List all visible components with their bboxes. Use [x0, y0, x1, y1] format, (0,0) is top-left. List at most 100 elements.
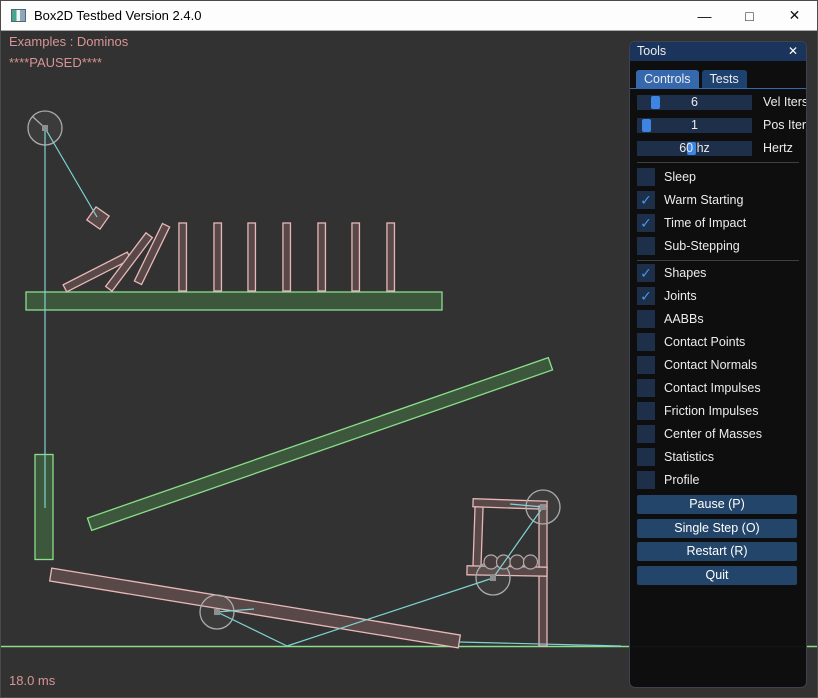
checkbox-contact-points[interactable] [637, 333, 655, 351]
checkbox-joints[interactable]: ✓ [637, 287, 655, 305]
ball-body[interactable] [510, 555, 524, 569]
checkbox-label: Profile [664, 471, 699, 489]
checkbox-center-of-masses[interactable] [637, 425, 655, 443]
ball-body[interactable] [484, 555, 498, 569]
checkbox-label: AABBs [664, 310, 704, 328]
dynamic-body[interactable] [214, 223, 222, 291]
checkbox-warm-starting[interactable]: ✓ [637, 191, 655, 209]
checkbox-row-time-of-impact[interactable]: ✓ Time of Impact [637, 214, 801, 232]
joint-anchor [490, 575, 496, 581]
joint-line [45, 128, 97, 217]
checkbox-label: Joints [664, 287, 697, 305]
checkbox-contact-normals[interactable] [637, 356, 655, 374]
slider-value: 6 [637, 95, 752, 110]
slider-value: 1 [637, 118, 752, 133]
window-controls: — □ ✕ [682, 1, 817, 30]
quit-button[interactable]: Quit [637, 566, 797, 585]
checkbox-sleep[interactable] [637, 168, 655, 186]
checkbox-shapes[interactable]: ✓ [637, 264, 655, 282]
checkbox-contact-impulses[interactable] [637, 379, 655, 397]
window-title: Box2D Testbed Version 2.4.0 [34, 8, 201, 23]
slider-row-hertz: 60 hz Hertz [637, 141, 801, 156]
dynamic-body[interactable] [318, 223, 326, 291]
minimize-button[interactable]: — [682, 1, 727, 30]
app-icon [11, 9, 26, 22]
checkbox-row-contact-normals[interactable]: Contact Normals [637, 356, 801, 374]
checkbox-label: Statistics [664, 448, 714, 466]
checkbox-label: Sub-Stepping [664, 237, 740, 255]
checkbox-label: Center of Masses [664, 425, 762, 443]
check-icon: ✓ [640, 287, 652, 305]
checkbox-label: Friction Impulses [664, 402, 758, 420]
check-icon: ✓ [640, 264, 652, 282]
slider-value: 60 hz [637, 141, 752, 156]
maximize-button[interactable]: □ [727, 1, 772, 30]
checkbox-label: Contact Points [664, 333, 745, 351]
restart-r-button[interactable]: Restart (R) [637, 542, 797, 561]
tools-panel: Tools ✕ ControlsTests 6Vel Iters1Pos Ite… [629, 41, 807, 688]
tools-panel-titlebar[interactable]: Tools ✕ [630, 42, 806, 61]
dynamic-body[interactable] [50, 568, 461, 648]
separator [637, 162, 799, 163]
dynamic-body[interactable] [473, 507, 483, 567]
checkbox-group-draw: ✓ Shapes ✓ Joints AABBs Contact Points Contact… [637, 264, 801, 494]
slider-label: Vel Iters [763, 95, 807, 110]
checkbox-label: Contact Normals [664, 356, 757, 374]
checkbox-friction-impulses[interactable] [637, 402, 655, 420]
window-titlebar[interactable]: Box2D Testbed Version 2.4.0 — □ ✕ [1, 1, 817, 31]
checkbox-row-contact-impulses[interactable]: Contact Impulses [637, 379, 801, 397]
dynamic-body[interactable] [179, 223, 187, 291]
checkbox-aabbs[interactable] [637, 310, 655, 328]
check-icon: ✓ [640, 191, 652, 209]
checkbox-label: Time of Impact [664, 214, 746, 232]
checkbox-row-sub-stepping[interactable]: Sub-Stepping [637, 237, 801, 255]
joint-anchor [214, 609, 220, 615]
tools-tabbar: ControlsTests [636, 70, 747, 88]
checkbox-label: Contact Impulses [664, 379, 761, 397]
joint-anchor [42, 125, 48, 131]
checkbox-row-contact-points[interactable]: Contact Points [637, 333, 801, 351]
app-window: Examples : Dominos ****PAUSED**** 18.0 m… [0, 0, 818, 698]
checkbox-row-sleep[interactable]: Sleep [637, 168, 801, 186]
close-button[interactable]: ✕ [772, 1, 817, 30]
tab-tests[interactable]: Tests [702, 70, 747, 88]
separator [637, 260, 799, 261]
ball-body[interactable] [524, 555, 538, 569]
pause-p-button[interactable]: Pause (P) [637, 495, 797, 514]
checkbox-time-of-impact[interactable]: ✓ [637, 214, 655, 232]
checkbox-row-profile[interactable]: Profile [637, 471, 801, 489]
checkbox-row-statistics[interactable]: Statistics [637, 448, 801, 466]
slider-label: Pos Iters [763, 118, 807, 133]
paused-text: ****PAUSED**** [9, 55, 102, 70]
checkbox-profile[interactable] [637, 471, 655, 489]
slider-row-pos-iters: 1Pos Iters [637, 118, 801, 133]
checkbox-row-center-of-masses[interactable]: Center of Masses [637, 425, 801, 443]
tools-panel-title: Tools [637, 44, 666, 58]
dynamic-body[interactable] [283, 223, 291, 291]
checkbox-label: Shapes [664, 264, 706, 282]
single-step-o-button[interactable]: Single Step (O) [637, 519, 797, 538]
dynamic-body[interactable] [87, 207, 109, 229]
frame-time-text: 18.0 ms [9, 673, 55, 688]
checkbox-row-aabbs[interactable]: AABBs [637, 310, 801, 328]
checkbox-label: Sleep [664, 168, 696, 186]
joint-anchor [540, 504, 546, 510]
dynamic-body[interactable] [387, 223, 395, 291]
checkbox-sub-stepping[interactable] [637, 237, 655, 255]
dynamic-body[interactable] [352, 223, 360, 291]
tab-controls[interactable]: Controls [636, 70, 699, 88]
button-list: Pause (P) Single Step (O) Restart (R) Quit [637, 495, 797, 589]
static-platform[interactable] [26, 292, 442, 310]
dynamic-body[interactable] [248, 223, 256, 291]
checkbox-row-shapes[interactable]: ✓ Shapes [637, 264, 801, 282]
checkbox-row-joints[interactable]: ✓ Joints [637, 287, 801, 305]
checkbox-row-warm-starting[interactable]: ✓ Warm Starting [637, 191, 801, 209]
static-platform[interactable] [35, 455, 53, 560]
checkbox-group-solver: Sleep ✓ Warm Starting ✓ Time of Impact Sub-St… [637, 168, 801, 260]
tools-close-icon[interactable]: ✕ [785, 43, 801, 60]
checkbox-statistics[interactable] [637, 448, 655, 466]
slider-label: Hertz [763, 141, 793, 156]
checkbox-row-friction-impulses[interactable]: Friction Impulses [637, 402, 801, 420]
checkbox-label: Warm Starting [664, 191, 743, 209]
slider-row-vel-iters: 6Vel Iters [637, 95, 801, 110]
